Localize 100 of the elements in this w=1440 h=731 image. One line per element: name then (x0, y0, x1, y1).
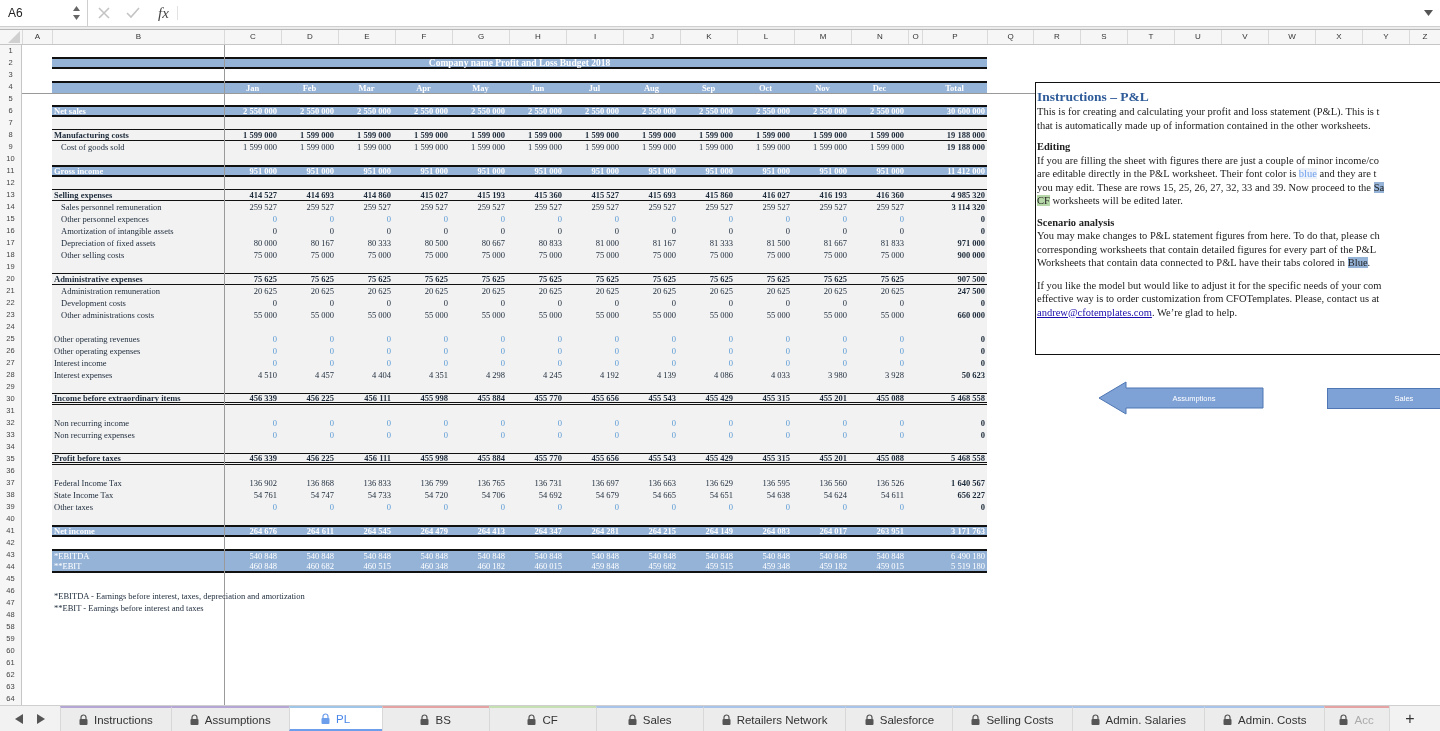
table-cell-text: 0 (271, 346, 278, 356)
row-label: Administrative expenses (53, 274, 144, 284)
table-cell-text: 80 833 (537, 238, 563, 248)
column-heading: Total (944, 83, 965, 93)
row-label: Other personnel expences (60, 214, 150, 224)
table-cell-text: 455 201 (818, 394, 848, 403)
table-cell-text: 0 (556, 226, 563, 236)
table-cell-text: 75 625 (537, 274, 563, 284)
function-button[interactable]: fx (158, 6, 178, 20)
table-cell-text: 0 (727, 358, 734, 368)
table-cell-text: 0 (328, 214, 335, 224)
table-cell-text: 75 000 (879, 250, 905, 260)
table-cell-text: 460 015 (533, 561, 563, 571)
column-header[interactable]: C (224, 30, 281, 44)
column-heading: Aug (642, 83, 661, 93)
column-header[interactable]: W (1268, 30, 1315, 44)
table-cell-text: 259 527 (704, 202, 734, 212)
sheet-tab[interactable]: Selling Costs (952, 706, 1072, 731)
table-cell-text: 2 550 000 (470, 107, 506, 116)
table-cell-text: 0 (556, 502, 563, 512)
table-cell-text: 75 000 (765, 250, 791, 260)
row-label: Selling expenses (53, 190, 114, 200)
table-cell-text: 20 625 (765, 286, 791, 296)
column-header[interactable]: D (281, 30, 338, 44)
table-cell-text: 4 510 (256, 370, 278, 380)
column-header[interactable]: G (452, 30, 509, 44)
table-cell-text: 75 625 (423, 274, 449, 284)
column-header[interactable]: S (1080, 30, 1127, 44)
table-cell-text: 259 527 (647, 202, 677, 212)
table-cell-text: 2 550 000 (527, 107, 563, 116)
lock-icon (79, 714, 88, 725)
column-header[interactable]: J (623, 30, 680, 44)
table-cell-text: 75 625 (252, 274, 278, 284)
sheet-tab[interactable]: Admin. Salaries (1071, 706, 1205, 731)
column-header[interactable]: Y (1362, 30, 1409, 44)
column-header[interactable]: H (509, 30, 566, 44)
table-cell-text: 459 015 (875, 561, 905, 571)
column-header[interactable]: V (1221, 30, 1268, 44)
column-header[interactable]: Z (1409, 30, 1440, 44)
dropdown-caret-icon[interactable] (1424, 10, 1433, 16)
column-header[interactable]: F (395, 30, 452, 44)
table-cell-text: 0 (613, 298, 620, 308)
table-cell-text: 0 (670, 358, 677, 368)
lock-icon (971, 714, 981, 725)
column-header[interactable]: P (922, 30, 987, 44)
table-cell-text: 2 550 000 (755, 107, 791, 116)
sheet-tab[interactable]: Retailers Network (702, 706, 846, 731)
table-cell-text: 75 625 (822, 274, 848, 284)
table-cell-text: 1 640 567 (950, 478, 986, 488)
sheet-tab[interactable]: CF (488, 706, 596, 731)
table-cell-text: 259 527 (476, 202, 506, 212)
scroll-left-icon[interactable] (15, 713, 23, 724)
table-cell-text: 656 227 (956, 490, 986, 500)
column-header[interactable]: A (22, 30, 52, 44)
table-cell-text: 54 761 (252, 490, 278, 500)
table-cell-text: 459 682 (647, 561, 677, 571)
column-header[interactable]: I (566, 30, 623, 44)
table-cell-text: 20 625 (822, 286, 848, 296)
column-header[interactable]: M (794, 30, 851, 44)
sheet-tab[interactable]: Sales (595, 706, 703, 731)
sheet-tab[interactable]: Salesforce (845, 706, 953, 731)
column-header[interactable]: E (338, 30, 395, 44)
table-cell-text: 54 611 (879, 490, 905, 500)
table-cell-text: 0 (271, 502, 278, 512)
table-cell-text: 20 625 (651, 286, 677, 296)
row-label: Interest expenses (53, 370, 114, 380)
sheet-tab[interactable]: BS (381, 706, 489, 731)
table-cell-text: 951 000 (818, 167, 848, 176)
column-header[interactable]: L (737, 30, 794, 44)
row-label: Administration remuneration (60, 286, 161, 296)
table-cell-text: 971 000 (956, 238, 986, 248)
column-header[interactable]: O (908, 30, 922, 44)
table-cell-text: 75 000 (822, 250, 848, 260)
stepper-icon[interactable] (72, 5, 81, 21)
name-box[interactable]: A6 (0, 0, 88, 26)
instruction-text: effective way is to order customization from CFOTemplates. Please, contact us at (1037, 292, 1380, 306)
sheet-tab[interactable]: Admin. Costs (1204, 706, 1325, 731)
column-header[interactable]: N (851, 30, 908, 44)
sheet-tab[interactable]: Instructions (60, 706, 171, 731)
column-header[interactable]: X (1315, 30, 1362, 44)
column-header[interactable]: Q (987, 30, 1033, 44)
sheet-tab[interactable]: PL (288, 706, 382, 731)
column-header[interactable]: U (1174, 30, 1221, 44)
column-header[interactable]: B (52, 30, 224, 44)
table-cell-text: 0 (271, 334, 278, 344)
column-header[interactable]: R (1033, 30, 1080, 44)
table-cell-text: 0 (898, 358, 905, 368)
column-header[interactable]: K (680, 30, 737, 44)
table-cell-text: 416 193 (818, 190, 848, 200)
email-link[interactable]: andrew@cfotemplates.com (1037, 306, 1152, 318)
table-cell-text: 2 550 000 (812, 107, 848, 116)
scroll-right-icon[interactable] (37, 713, 45, 724)
table-cell-text: 2 550 000 (413, 107, 449, 116)
table-cell-text: 455 998 (419, 454, 449, 463)
table-cell-text: 0 (556, 418, 563, 428)
table-cell-text: 0 (784, 358, 791, 368)
table-cell-text: 0 (727, 502, 734, 512)
sheet-tab[interactable]: Assumptions (170, 706, 289, 731)
column-header[interactable]: T (1127, 30, 1174, 44)
table-cell-text: 264 215 (647, 527, 677, 536)
